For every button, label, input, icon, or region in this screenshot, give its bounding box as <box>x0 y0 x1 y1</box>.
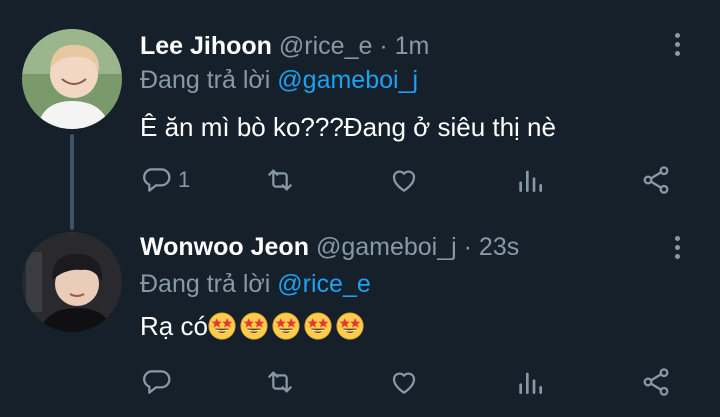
reply-icon <box>143 370 171 394</box>
tweet-text: Rạ có <box>140 311 368 342</box>
display-name[interactable]: Wonwoo Jeon <box>140 233 309 261</box>
star-struck-emoji <box>304 312 332 340</box>
timestamp[interactable]: 23s <box>479 233 519 261</box>
mention-link[interactable]: @rice_e <box>277 270 370 298</box>
like-icon <box>392 372 416 394</box>
star-struck-emoji <box>240 312 268 340</box>
emoji-row <box>208 311 368 341</box>
analytics-button[interactable] <box>514 365 546 399</box>
reply-button[interactable] <box>140 365 172 399</box>
tweet-header: Wonwoo Jeon @gameboi_j · 23s <box>140 233 519 262</box>
star-struck-emoji <box>208 312 236 340</box>
tweet-actions <box>140 365 680 399</box>
tweet-text-content: Rạ có <box>140 311 208 341</box>
separator-dot: · <box>463 233 472 261</box>
star-struck-emoji <box>272 312 300 340</box>
share-button[interactable] <box>640 365 672 399</box>
share-icon <box>643 368 669 396</box>
more-options-button[interactable] <box>670 236 684 262</box>
replying-to-label: Đang trả lời <box>140 270 271 298</box>
retweet-button[interactable] <box>264 365 296 399</box>
retweet-icon <box>268 371 292 393</box>
tweet-wonwoo-jeon[interactable]: Wonwoo Jeon @gameboi_j · 23s Đang trả lờ… <box>0 0 720 396</box>
profile-photo <box>22 232 122 332</box>
username[interactable]: @gameboi_j <box>316 233 457 261</box>
avatar[interactable] <box>22 232 122 332</box>
star-struck-emoji <box>336 312 364 340</box>
replying-to: Đang trả lời @rice_e <box>140 270 371 299</box>
more-vertical-icon <box>670 236 684 259</box>
analytics-icon <box>519 372 542 394</box>
like-button[interactable] <box>388 365 420 399</box>
